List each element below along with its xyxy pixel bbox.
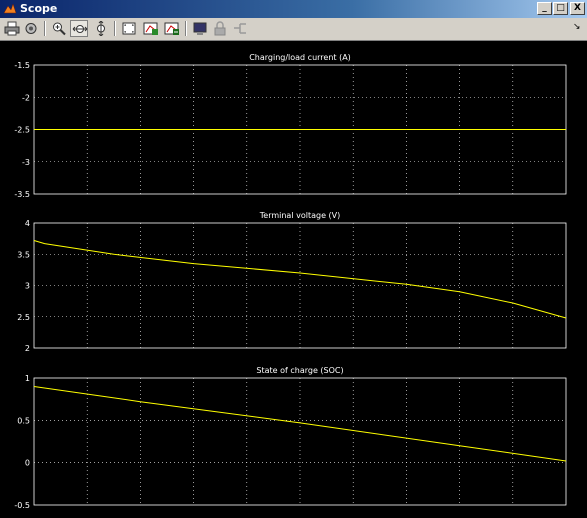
floating-scope-icon[interactable] <box>191 20 209 37</box>
y-tick-label: 0.5 <box>17 416 30 425</box>
voltage-plot-title: Terminal voltage (V) <box>259 211 341 220</box>
y-tick-label: 1 <box>25 374 30 383</box>
print-icon[interactable] <box>3 20 21 37</box>
y-tick-label: -2 <box>22 93 30 102</box>
matlab-icon <box>3 3 17 14</box>
maximize-button[interactable]: □ <box>553 2 568 15</box>
lock-axes-icon[interactable] <box>211 20 229 37</box>
close-button[interactable]: X <box>570 2 585 15</box>
y-tick-label: 2.5 <box>17 313 30 322</box>
y-tick-label: 3.5 <box>17 250 30 259</box>
y-tick-label: 0 <box>25 459 30 468</box>
soc-plot-title: State of charge (SOC) <box>256 366 343 375</box>
dock-arrow-icon[interactable]: ↘ <box>573 22 581 32</box>
parameters-icon[interactable] <box>22 20 40 37</box>
toolbar-separator <box>114 21 116 36</box>
zoom-in-icon[interactable] <box>50 20 68 37</box>
scope-plots: -1.5 -2 -2.5 -3 -3.5 Charging/load current (A… <box>0 41 587 518</box>
y-tick-label: -1.5 <box>14 61 30 70</box>
minimize-button[interactable]: _ <box>537 2 552 15</box>
autoscale-icon[interactable] <box>120 20 138 37</box>
y-tick-label: 4 <box>25 219 30 228</box>
y-tick-label: -3 <box>22 158 30 167</box>
save-axes-settings-icon[interactable] <box>142 20 160 37</box>
toolbar-separator <box>185 21 187 36</box>
zoom-y-icon[interactable] <box>92 20 110 37</box>
y-tick-label: 3 <box>25 282 30 291</box>
current-plot-title: Charging/load current (A) <box>249 53 351 62</box>
title-bar: Scope _ □ X <box>0 0 587 18</box>
window-title: Scope <box>20 2 58 15</box>
zoom-x-icon[interactable] <box>70 20 88 37</box>
toolbar-separator <box>44 21 46 36</box>
toolbar: ↘ <box>0 18 587 41</box>
y-tick-label: -2.5 <box>14 126 30 135</box>
restore-axes-settings-icon[interactable] <box>163 20 181 37</box>
y-tick-label: 2 <box>25 344 30 353</box>
signal-selection-icon[interactable] <box>231 20 249 37</box>
y-tick-label: -3.5 <box>14 190 30 199</box>
y-tick-label: -0.5 <box>14 501 30 510</box>
